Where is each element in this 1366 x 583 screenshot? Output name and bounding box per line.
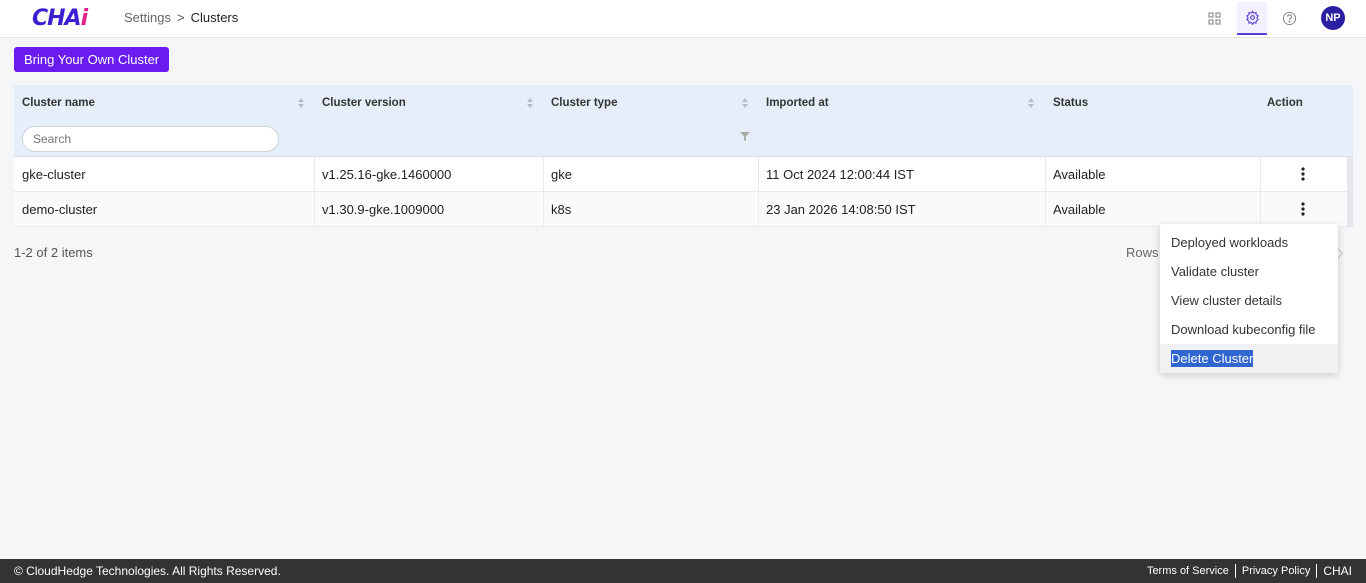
terms-of-service-link[interactable]: Terms of Service [1141,564,1236,578]
column-header-cluster-name[interactable]: Cluster name [22,85,95,121]
top-header: CHAi Settings > Clusters NP [0,0,1366,38]
bring-your-own-cluster-button[interactable]: Bring Your Own Cluster [14,47,170,72]
cell-cluster-name[interactable]: gke-cluster [14,157,86,192]
footer-links: Terms of Service Privacy Policy CHAI [1141,564,1352,578]
cell-cluster-name[interactable]: demo-cluster [14,192,97,227]
column-header-cluster-version[interactable]: Cluster version [322,85,406,121]
table-row[interactable]: gke-cluster v1.25.16-gke.1460000 gke 11 … [14,157,1353,192]
breadcrumb-separator: > [176,10,185,25]
cell-imported-at: 11 Oct 2024 12:00:44 IST [766,167,914,182]
menu-item-download-kubeconfig[interactable]: Download kubeconfig file [1160,315,1338,344]
cell-status: Available [1053,167,1106,182]
cell-cluster-version: v1.25.16-gke.1460000 [322,167,452,182]
copyright-text: © CloudHedge Technologies. All Rights Re… [14,564,281,578]
rows-per-page-label: Rows [1126,245,1159,260]
cell-cluster-type: k8s [551,202,572,217]
cell-imported-at: 23 Jan 2026 14:08:50 IST [766,202,916,217]
pagination-summary: 1-2 of 2 items [14,245,93,260]
column-header-action: Action [1267,97,1303,109]
filter-icon[interactable] [740,132,750,141]
sort-icon[interactable] [1027,96,1035,110]
menu-item-deployed-workloads[interactable]: Deployed workloads [1160,228,1338,257]
gear-icon[interactable] [1237,2,1267,35]
menu-item-delete-cluster-label: Delete Cluster [1171,350,1254,367]
footer: © CloudHedge Technologies. All Rights Re… [0,559,1366,583]
sort-icon[interactable] [526,96,534,110]
sort-icon[interactable] [297,96,305,110]
breadcrumb-settings[interactable]: Settings [124,10,171,25]
cell-cluster-type: gke [551,167,572,182]
more-options-icon[interactable] [1295,200,1311,218]
cell-status: Available [1053,202,1106,217]
next-page-icon[interactable] [1337,247,1344,262]
search-input[interactable] [22,126,279,152]
chai-footer-link[interactable]: CHAI [1317,564,1352,578]
avatar[interactable]: NP [1321,6,1345,30]
sort-icon[interactable] [741,96,749,110]
apps-grid-icon[interactable] [1199,2,1229,35]
more-options-icon[interactable] [1295,165,1311,183]
breadcrumb: Settings > Clusters [124,10,238,25]
column-header-status: Status [1053,97,1089,109]
table-scrollbar[interactable] [1347,157,1353,227]
table-row[interactable]: demo-cluster v1.30.9-gke.1009000 k8s 23 … [14,192,1353,227]
privacy-policy-link[interactable]: Privacy Policy [1236,564,1318,578]
chai-logo[interactable]: CHAi [32,4,88,34]
column-header-cluster-type[interactable]: Cluster type [551,85,617,121]
breadcrumb-clusters: Clusters [190,10,239,25]
menu-item-delete-cluster[interactable]: Delete Cluster [1160,344,1338,373]
menu-item-validate-cluster[interactable]: Validate cluster [1160,257,1338,286]
cluster-action-menu: Deployed workloads Validate cluster View… [1160,224,1338,373]
table-header: Cluster name Cluster version Cluster typ… [14,85,1353,157]
help-icon[interactable] [1274,2,1304,35]
clusters-table: Cluster name Cluster version Cluster typ… [14,85,1353,227]
cell-cluster-version: v1.30.9-gke.1009000 [322,202,445,217]
menu-item-view-cluster-details[interactable]: View cluster details [1160,286,1338,315]
column-header-imported-at[interactable]: Imported at [766,85,829,121]
